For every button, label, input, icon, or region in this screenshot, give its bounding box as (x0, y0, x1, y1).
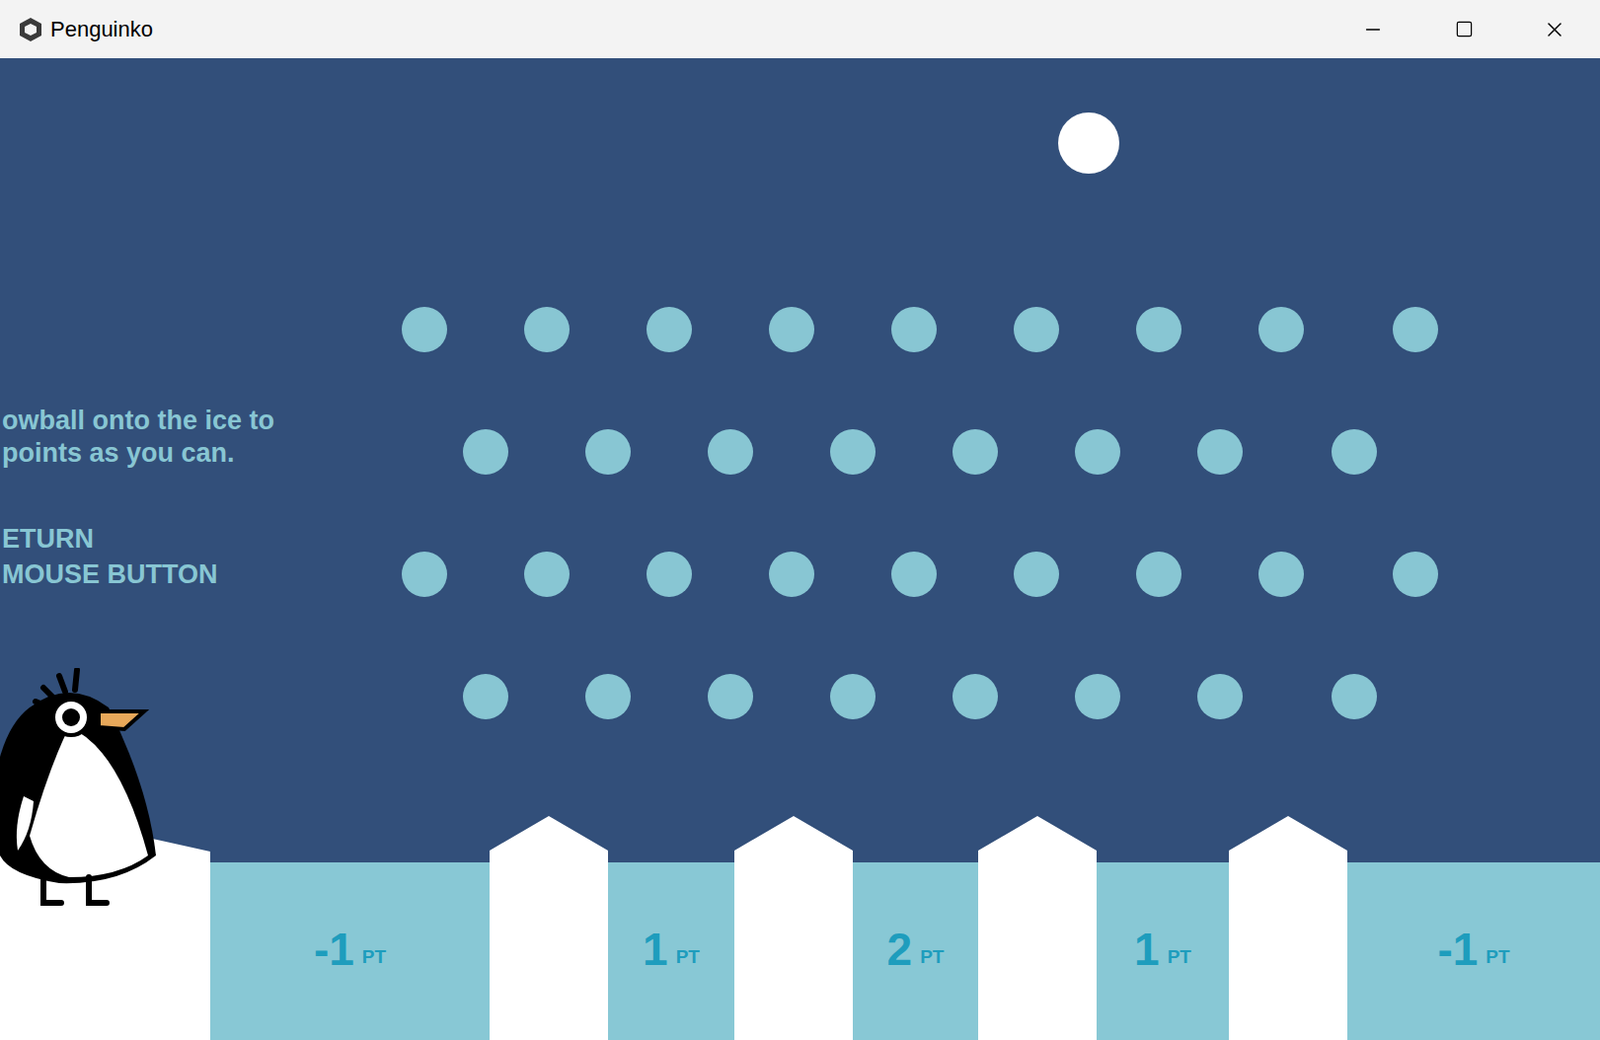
bucket-unit: PT (676, 947, 700, 967)
control-line: ETURN (1, 521, 275, 557)
bucket-value: 1 (642, 926, 669, 973)
peg (1197, 674, 1243, 720)
minimize-button[interactable] (1327, 0, 1419, 59)
control-line: MOUSE BUTTON (1, 556, 275, 593)
peg (524, 551, 570, 598)
bucket-unit: PT (1485, 947, 1510, 967)
instruction-line: owball onto the ice to (1, 404, 275, 438)
peg (707, 429, 754, 475)
peg (1331, 429, 1377, 475)
peg (646, 306, 692, 353)
peg (952, 674, 998, 720)
maximize-button[interactable] (1418, 0, 1510, 59)
peg (891, 551, 937, 598)
bucket-value: 2 (887, 926, 914, 973)
fence-post (734, 816, 853, 1040)
peg (1136, 551, 1182, 598)
unity-logo-icon (17, 16, 44, 43)
title-bar: Penguinko (0, 0, 1600, 59)
peg (524, 306, 570, 353)
peg (1074, 674, 1121, 720)
peg (1331, 674, 1377, 720)
bucket-unit: PT (362, 947, 386, 967)
score-bucket: 1 PT (1096, 816, 1229, 1040)
window-title: Penguinko (50, 12, 153, 46)
fence-post (1228, 816, 1348, 1040)
fence-post (978, 816, 1097, 1040)
maximize-icon (1454, 19, 1474, 39)
score-bucket: -1 PT (210, 816, 490, 1040)
fence-post (489, 816, 609, 1040)
peg (1136, 306, 1182, 353)
peg (1013, 306, 1060, 353)
peg (830, 674, 876, 720)
bucket-value: -1 (313, 926, 355, 973)
close-icon (1542, 17, 1567, 42)
peg (952, 429, 998, 475)
peg (462, 429, 509, 475)
snowball[interactable] (1058, 112, 1120, 174)
peg (707, 674, 754, 720)
penguin-icon (0, 668, 158, 912)
instructions: owball onto the ice topoints as you can.… (1, 404, 275, 593)
score-bucket: 1 PT (608, 816, 735, 1040)
peg (401, 306, 448, 353)
peg (830, 429, 876, 475)
peg (768, 306, 815, 353)
bucket-value: -1 (1437, 926, 1478, 973)
ground: -1PT1PT2PT1PT-1PT (0, 816, 1600, 1040)
peg (1392, 551, 1439, 598)
app-window: Penguinko owball onto the ice topoints as… (0, 0, 1600, 1040)
bucket-unit: PT (1167, 947, 1192, 967)
peg (401, 551, 448, 598)
score-bucket: 2PT (852, 816, 979, 1040)
peg (585, 429, 631, 475)
peg (462, 674, 509, 720)
peg (1013, 551, 1060, 598)
peg (1074, 429, 1121, 475)
game-area[interactable]: owball onto the ice topoints as you can.… (0, 58, 1600, 1040)
peg (1197, 429, 1243, 475)
score-bucket: -1 PT (1347, 816, 1600, 1040)
peg (1392, 306, 1439, 353)
close-button[interactable] (1509, 0, 1600, 59)
bucket-unit: PT (919, 947, 944, 967)
minimize-icon (1362, 18, 1384, 41)
instruction-line: points as you can. (1, 437, 275, 470)
peg (1258, 551, 1304, 598)
peg (1258, 306, 1304, 353)
peg (891, 306, 937, 353)
peg (646, 551, 692, 598)
bucket-value: 1 (1134, 926, 1160, 973)
peg (768, 551, 815, 598)
peg (585, 674, 631, 720)
